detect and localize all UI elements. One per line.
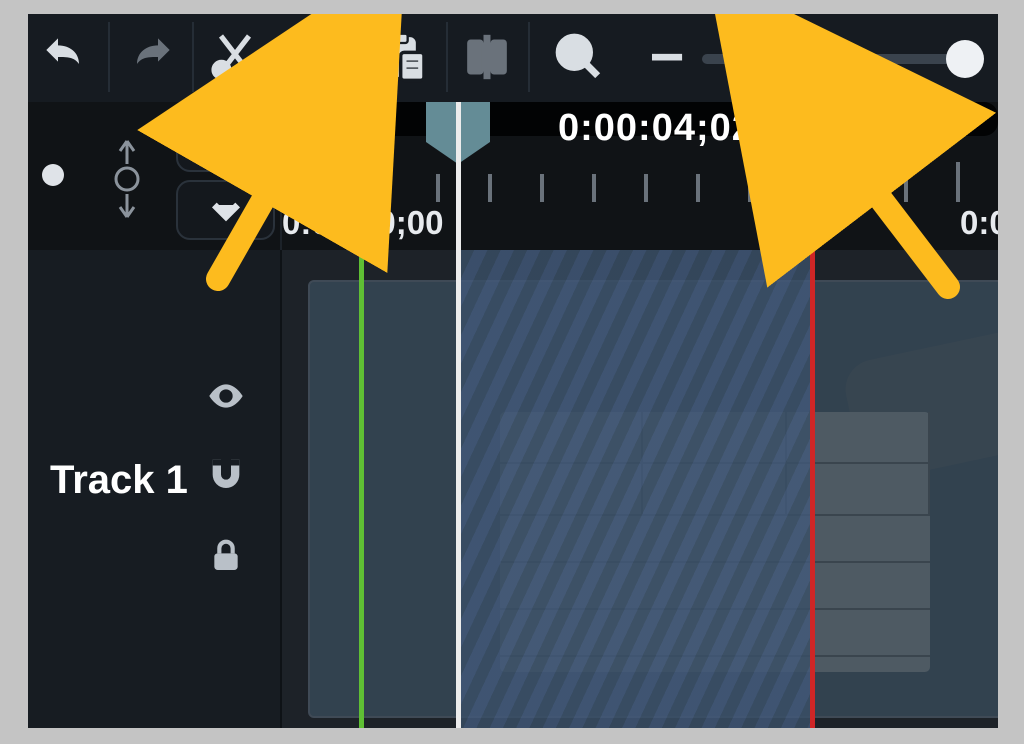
magnet-icon[interactable]	[206, 453, 246, 498]
playhead-line	[456, 102, 461, 728]
zoom-button[interactable]	[548, 26, 610, 88]
zoom-out-button[interactable]: −	[636, 26, 698, 88]
out-marker[interactable]: .marker[style*="d42a2a"] .marker-head::a…	[744, 102, 814, 138]
vertical-zoom-thumb[interactable]	[42, 164, 64, 186]
split-button[interactable]	[456, 26, 518, 88]
timecode-display: 0:00:04;02	[558, 107, 754, 150]
track-header: Track 1	[28, 250, 282, 728]
zoom-slider-thumb[interactable]	[946, 40, 984, 78]
copy-button[interactable]	[288, 26, 350, 88]
visibility-icon[interactable]	[206, 376, 246, 421]
tracks-area: Track 1	[28, 250, 998, 728]
lock-icon[interactable]	[206, 535, 246, 580]
ruler-label-next: 0:0	[960, 204, 998, 242]
redo-button[interactable]	[120, 26, 182, 88]
paste-button[interactable]	[372, 26, 434, 88]
in-marker-line	[359, 102, 364, 728]
add-track-button[interactable]	[176, 108, 275, 172]
vertical-zoom-indicator	[102, 134, 152, 229]
in-marker[interactable]	[308, 102, 378, 138]
timeline-side-controls	[28, 102, 282, 250]
out-marker-line	[810, 102, 815, 728]
toolbar: −	[28, 14, 998, 104]
ruler-row: 0:00:04;02 .marker[style*="d42a2a"] .mar…	[28, 102, 998, 250]
collapse-tracks-button[interactable]	[176, 180, 275, 240]
ruler[interactable]: 0:00:00;00 0:0	[280, 146, 998, 206]
cut-button[interactable]	[204, 26, 266, 88]
zoom-slider-track[interactable]	[702, 54, 976, 64]
undo-button[interactable]	[34, 26, 96, 88]
track-label: Track 1	[50, 458, 188, 503]
video-editor-timeline: − 0:00:04;02	[28, 14, 998, 728]
selection-range	[461, 250, 811, 728]
